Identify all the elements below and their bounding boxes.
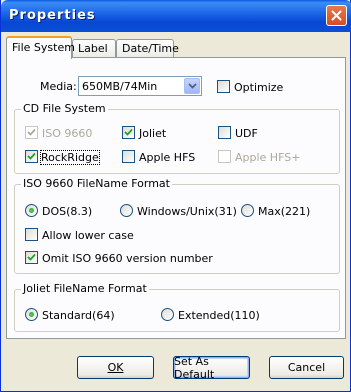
apple-hfs-checkbox[interactable]: [122, 150, 135, 163]
window-title: Properties: [9, 8, 96, 23]
max-label: Max(221): [258, 205, 311, 218]
standard-label: Standard(64): [42, 309, 115, 322]
group-title: Joliet FileName Format: [21, 282, 149, 295]
set-as-default-label: Set As Default: [174, 354, 215, 381]
joliet-label: Joliet: [139, 127, 167, 140]
group-title: ISO 9660 FileName Format: [21, 177, 172, 190]
radio-dot: [29, 312, 34, 317]
tab-label: Label: [78, 42, 108, 55]
iso9660-checkbox[interactable]: [25, 126, 38, 139]
apple-hfs-plus-label: Apple HFS+: [235, 151, 301, 164]
dos-radio[interactable]: [25, 204, 38, 217]
ok-button-label: OK: [107, 361, 124, 374]
iso9660-label: ISO 9660: [42, 127, 93, 140]
windows-unix-radio[interactable]: [120, 204, 133, 217]
ok-button[interactable]: OK: [77, 356, 154, 379]
rockridge-checkbox[interactable]: [25, 150, 38, 163]
check-icon: [124, 128, 133, 136]
tab-label: Date/Time: [122, 42, 179, 55]
close-button[interactable]: [326, 5, 347, 26]
file-system-panel: Media: 650MB/74Min Optimize CD File Syst…: [6, 57, 346, 339]
media-select[interactable]: 650MB/74Min: [78, 76, 202, 96]
media-dropdown-button[interactable]: [184, 78, 200, 94]
check-icon: [27, 128, 36, 136]
group-title: CD File System: [21, 102, 108, 115]
title-bar[interactable]: Properties: [1, 0, 351, 32]
allow-lower-case-label: Allow lower case: [42, 229, 134, 242]
check-icon: [27, 253, 36, 261]
joliet-format-group: Joliet FileName Format Standard(64) Exte…: [14, 282, 340, 332]
set-as-default-button[interactable]: Set As Default: [173, 354, 250, 381]
iso-format-group: ISO 9660 FileName Format DOS(8.3) Window…: [14, 177, 340, 274]
cancel-button-label: Cancel: [287, 361, 326, 374]
properties-dialog: Properties File System Label Date/Time M…: [0, 0, 351, 392]
media-value: 650MB/74Min: [82, 80, 158, 93]
joliet-checkbox[interactable]: [122, 126, 135, 139]
omit-version-checkbox[interactable]: [25, 251, 38, 264]
radio-dot: [29, 208, 34, 213]
extended-label: Extended(110): [178, 309, 260, 322]
tab-label: File System: [12, 41, 75, 54]
windows-unix-label: Windows/Unix(31): [137, 205, 237, 218]
optimize-checkbox[interactable]: [217, 80, 230, 93]
allow-lower-case-checkbox[interactable]: [25, 228, 38, 241]
tab-label-settings[interactable]: Label: [72, 39, 116, 58]
media-label: Media:: [40, 80, 77, 93]
apple-hfs-label: Apple HFS: [139, 151, 196, 164]
check-icon: [27, 152, 36, 160]
optimize-label: Optimize: [234, 81, 284, 94]
udf-label: UDF: [235, 127, 258, 140]
tab-date-time[interactable]: Date/Time: [116, 39, 179, 58]
cd-file-system-group: CD File System ISO 9660 Joliet UDF RockR…: [14, 102, 340, 174]
max-radio[interactable]: [241, 204, 254, 217]
tab-file-system[interactable]: File System: [6, 36, 75, 59]
rockridge-label: RockRidge: [40, 150, 100, 165]
omit-version-label: Omit ISO 9660 version number: [42, 252, 213, 265]
dos-label: DOS(8.3): [42, 205, 93, 218]
standard-radio[interactable]: [25, 308, 38, 321]
close-icon: [331, 10, 342, 21]
apple-hfs-plus-checkbox[interactable]: [218, 150, 231, 163]
extended-radio[interactable]: [161, 308, 174, 321]
chevron-down-icon: [187, 83, 197, 89]
cancel-button[interactable]: Cancel: [269, 356, 344, 379]
udf-checkbox[interactable]: [218, 126, 231, 139]
